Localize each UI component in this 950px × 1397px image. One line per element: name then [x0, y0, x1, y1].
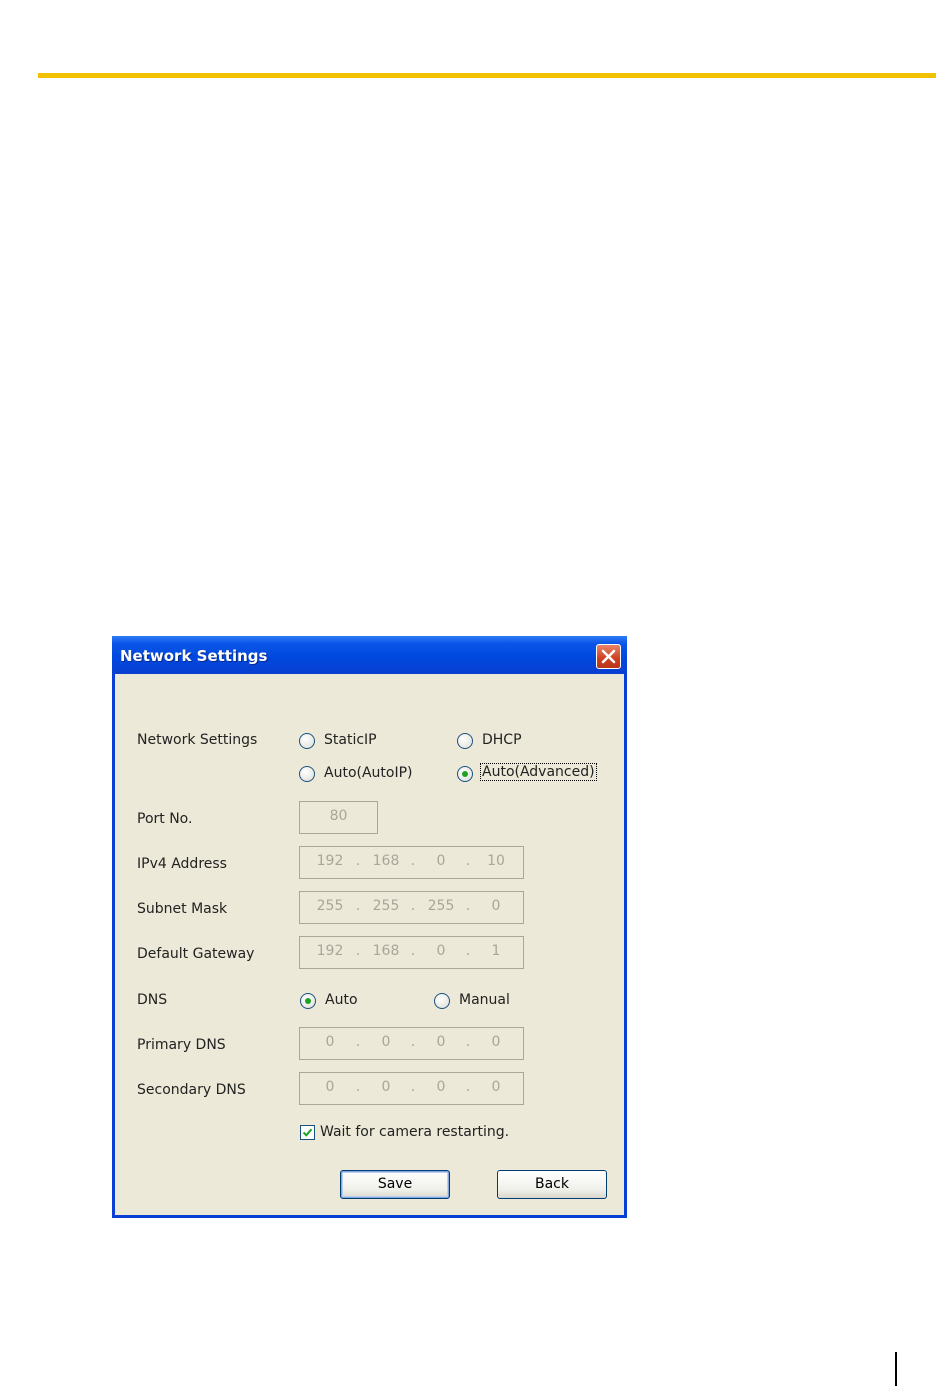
- radio-auto-autoip-label[interactable]: Auto(AutoIP): [324, 765, 413, 781]
- secondary-dns-octet[interactable]: 0: [419, 1079, 463, 1095]
- dialog-title: Network Settings: [120, 647, 268, 665]
- radio-dns-manual[interactable]: [434, 993, 450, 1009]
- wait-restart-checkbox[interactable]: [300, 1125, 315, 1140]
- title-bar[interactable]: Network Settings: [112, 636, 627, 674]
- radio-auto-advanced[interactable]: [457, 766, 473, 782]
- radio-auto-advanced-label[interactable]: Auto(Advanced): [480, 763, 597, 781]
- close-button[interactable]: [596, 644, 621, 669]
- octet-separator: .: [410, 898, 416, 914]
- subnet-label: Subnet Mask: [137, 901, 228, 917]
- network-settings-dialog: Network Settings Network Settings Static…: [112, 636, 627, 1218]
- radio-staticip[interactable]: [299, 733, 315, 749]
- octet-separator: .: [465, 943, 471, 959]
- primary-dns-field[interactable]: 0 . 0 . 0 . 0: [299, 1027, 524, 1060]
- ipv4-octet[interactable]: 192: [308, 853, 352, 869]
- radio-dns-auto[interactable]: [300, 993, 316, 1009]
- radio-dns-auto-label[interactable]: Auto: [325, 992, 358, 1008]
- secondary-dns-field[interactable]: 0 . 0 . 0 . 0: [299, 1072, 524, 1105]
- octet-separator: .: [355, 1079, 361, 1095]
- ipv4-octet[interactable]: 0: [419, 853, 463, 869]
- secondary-dns-octet[interactable]: 0: [364, 1079, 408, 1095]
- radio-dhcp-label[interactable]: DHCP: [482, 732, 522, 748]
- network-settings-label: Network Settings: [137, 732, 258, 748]
- ipv4-label: IPv4 Address: [137, 856, 227, 872]
- octet-separator: .: [465, 1034, 471, 1050]
- radio-auto-autoip[interactable]: [299, 766, 315, 782]
- ipv4-octet[interactable]: 168: [364, 853, 408, 869]
- radio-dns-manual-label[interactable]: Manual: [459, 992, 510, 1008]
- dns-label: DNS: [137, 992, 168, 1008]
- gateway-octet[interactable]: 0: [419, 943, 463, 959]
- octet-separator: .: [465, 1079, 471, 1095]
- octet-separator: .: [410, 853, 416, 869]
- octet-separator: .: [465, 853, 471, 869]
- radio-selected-dot: [462, 771, 468, 777]
- back-button[interactable]: Back: [497, 1170, 607, 1199]
- checkmark-icon: [302, 1128, 313, 1137]
- dialog-body: Network Settings StaticIP DHCP Auto(Auto…: [115, 674, 624, 1215]
- radio-dhcp[interactable]: [457, 733, 473, 749]
- close-icon: [601, 649, 616, 664]
- secondary-dns-octet[interactable]: 0: [308, 1079, 352, 1095]
- port-value: 80: [329, 808, 348, 824]
- primary-dns-octet[interactable]: 0: [364, 1034, 408, 1050]
- subnet-octet[interactable]: 255: [419, 898, 463, 914]
- octet-separator: .: [355, 943, 361, 959]
- save-button[interactable]: Save: [340, 1170, 450, 1199]
- subnet-octet[interactable]: 0: [474, 898, 518, 914]
- octet-separator: .: [410, 943, 416, 959]
- octet-separator: .: [355, 853, 361, 869]
- page-marker-bar: [895, 1352, 897, 1386]
- gateway-octet[interactable]: 168: [364, 943, 408, 959]
- octet-separator: .: [410, 1079, 416, 1095]
- gateway-field[interactable]: 192 . 168 . 0 . 1: [299, 936, 524, 969]
- secondary-dns-label: Secondary DNS: [137, 1082, 246, 1098]
- port-label: Port No.: [137, 811, 193, 827]
- octet-separator: .: [465, 898, 471, 914]
- radio-staticip-label[interactable]: StaticIP: [324, 732, 377, 748]
- gateway-octet[interactable]: 192: [308, 943, 352, 959]
- primary-dns-octet[interactable]: 0: [474, 1034, 518, 1050]
- header-rule: [38, 73, 936, 78]
- primary-dns-octet[interactable]: 0: [308, 1034, 352, 1050]
- primary-dns-label: Primary DNS: [137, 1037, 226, 1053]
- ipv4-field[interactable]: 192 . 168 . 0 . 10: [299, 846, 524, 879]
- gateway-label: Default Gateway: [137, 946, 255, 962]
- wait-restart-label[interactable]: Wait for camera restarting.: [320, 1124, 509, 1140]
- octet-separator: .: [410, 1034, 416, 1050]
- subnet-octet[interactable]: 255: [308, 898, 352, 914]
- secondary-dns-octet[interactable]: 0: [474, 1079, 518, 1095]
- octet-separator: .: [355, 898, 361, 914]
- port-field[interactable]: 80: [299, 801, 378, 834]
- subnet-octet[interactable]: 255: [364, 898, 408, 914]
- gateway-octet[interactable]: 1: [474, 943, 518, 959]
- octet-separator: .: [355, 1034, 361, 1050]
- primary-dns-octet[interactable]: 0: [419, 1034, 463, 1050]
- radio-selected-dot: [305, 998, 311, 1004]
- subnet-field[interactable]: 255 . 255 . 255 . 0: [299, 891, 524, 924]
- ipv4-octet[interactable]: 10: [474, 853, 518, 869]
